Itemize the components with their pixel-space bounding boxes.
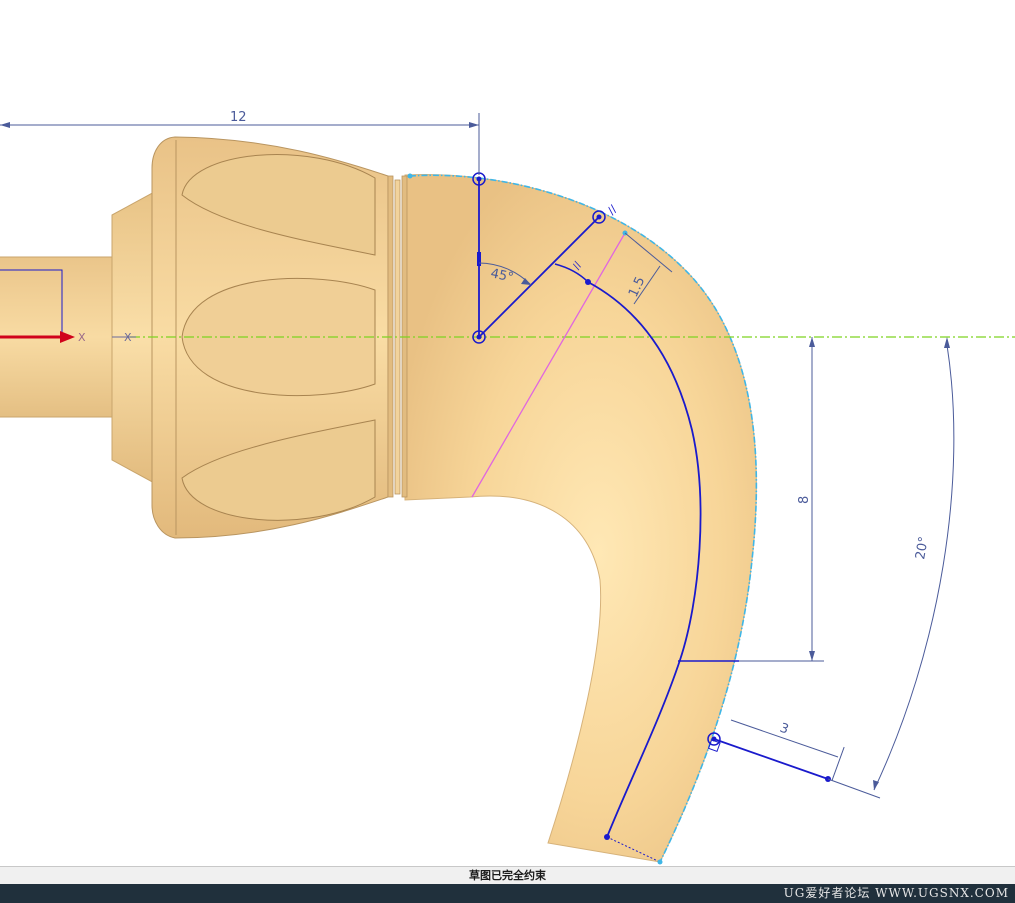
- status-bar: 草图已完全约束: [0, 866, 1015, 884]
- dim-3-value[interactable]: 3: [778, 721, 791, 738]
- sketch-point-tip[interactable]: [604, 834, 610, 840]
- dim-arc-angle-extension: [827, 778, 881, 799]
- dim-12-value[interactable]: 12: [230, 110, 247, 125]
- axis-x-label: X: [78, 331, 86, 344]
- watermark-text: UG爱好者论坛 WWW.UGSNX.COM: [783, 886, 1009, 900]
- status-message: 草图已完全约束: [469, 869, 546, 882]
- sketch-canvas[interactable]: X X // // 12 45° 1.5 8 20° 3: [0, 0, 1015, 866]
- dim-arc-angle-arc[interactable]: [873, 344, 955, 791]
- dim-8-arrow-top: [809, 337, 815, 347]
- spout-body: [404, 173, 757, 863]
- dim-arc-angle-value[interactable]: 20°: [913, 535, 932, 560]
- cad-viewport[interactable]: X X // // 12 45° 1.5 8 20° 3: [0, 0, 1015, 866]
- sketch-point-end[interactable]: [711, 736, 717, 742]
- footer-band: UG爱好者论坛 WWW.UGSNX.COM: [0, 884, 1015, 903]
- sketch-end-line[interactable]: [713, 738, 829, 780]
- sketch-point-angle-end[interactable]: [596, 214, 602, 220]
- sketch-point-curve-start[interactable]: [585, 279, 591, 285]
- dim-3-extension: [831, 746, 845, 782]
- sketch-point-top[interactable]: [476, 176, 482, 182]
- dim-12-arrow-left: [0, 122, 10, 128]
- edge-point-bottom[interactable]: [657, 859, 663, 865]
- dim-8-arrow-bottom: [809, 651, 815, 661]
- dim-arc-angle-arrow-top: [944, 337, 950, 348]
- dim-12-arrow-right: [469, 122, 479, 128]
- sketch-point-center[interactable]: [476, 334, 482, 340]
- axis-x-label-2: X: [124, 331, 132, 344]
- edge-point-top-left[interactable]: [407, 173, 413, 179]
- dim-8-value[interactable]: 8: [797, 496, 812, 504]
